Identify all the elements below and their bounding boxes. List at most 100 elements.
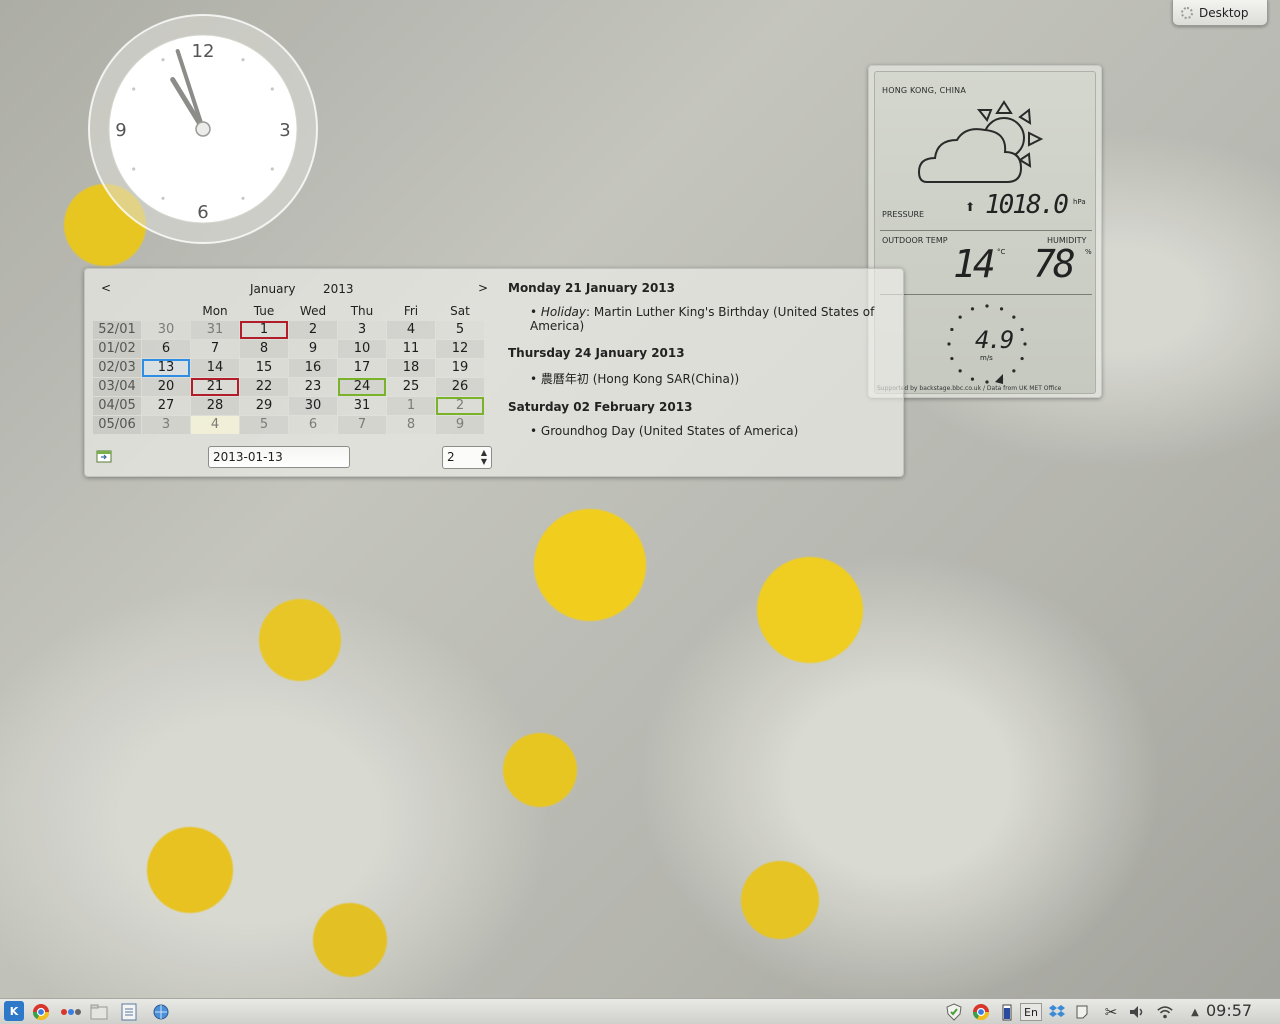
calendar-day[interactable]: 17 [338, 359, 386, 377]
spinner-icon [1181, 6, 1193, 19]
weekday-header: Fri [403, 304, 419, 318]
network-globe-icon[interactable] [152, 1003, 170, 1021]
week-number-value: 2 [447, 450, 455, 464]
up-arrow-icon: ⬆ [965, 200, 976, 214]
calendar-day[interactable]: 11 [387, 340, 435, 358]
week-number: 01/02 [93, 340, 141, 358]
panel-clock[interactable]: 09:57 [1206, 1001, 1252, 1020]
folder-icon[interactable] [90, 1003, 108, 1021]
calendar-day[interactable]: 5 [240, 416, 288, 434]
spin-arrows-icon[interactable]: ▲ ▼ [481, 448, 487, 466]
taskbar-panel: K En ✂ ▲ 09:57 [0, 998, 1280, 1024]
divider [880, 230, 1092, 231]
calendar-day[interactable]: 30 [289, 397, 337, 415]
calendar-day[interactable]: 4 [387, 321, 435, 339]
calendar-day[interactable]: 26 [436, 378, 484, 396]
week-number: 05/06 [93, 416, 141, 434]
date-input[interactable]: 2013-01-13 [208, 446, 350, 468]
analog-clock-widget[interactable]: 12 3 6 9 [88, 14, 318, 244]
notifications-icon[interactable] [1074, 1003, 1092, 1021]
weekday-header: Sat [450, 304, 470, 318]
calendar-day[interactable]: 22 [240, 378, 288, 396]
calendar-day[interactable]: 1 [387, 397, 435, 415]
temperature-value: 14 [953, 242, 996, 286]
next-month-button[interactable]: > [478, 281, 488, 295]
calendar-day[interactable]: 2 [289, 321, 337, 339]
calendar-day[interactable]: 14 [191, 359, 239, 377]
calendar-day[interactable]: 9 [436, 416, 484, 434]
calendar-day[interactable]: 3 [142, 416, 190, 434]
previous-month-button[interactable]: < [101, 281, 111, 295]
humidity-value: 78 [1033, 242, 1076, 286]
scissors-icon[interactable]: ✂ [1102, 1003, 1120, 1021]
desktop-toolbox-button[interactable]: Desktop [1172, 0, 1268, 26]
activities-icon[interactable] [60, 1003, 82, 1021]
calendar-day[interactable]: 1 [240, 321, 288, 339]
kde-menu-icon[interactable]: K [4, 1001, 24, 1021]
calendar-today-icon[interactable] [96, 449, 112, 463]
week-number: 02/03 [93, 359, 141, 377]
calendar-day[interactable]: 25 [387, 378, 435, 396]
humidity-unit: % [1085, 248, 1092, 256]
calendar-day[interactable]: 6 [142, 340, 190, 358]
weekday-header: Thu [350, 304, 374, 318]
calendar-day[interactable]: 3 [338, 321, 386, 339]
pressure-label: PRESSURE [882, 210, 925, 219]
calendar-day[interactable]: 27 [142, 397, 190, 415]
weekday-header: Wed [299, 304, 327, 318]
chrome-icon[interactable] [32, 1003, 50, 1021]
calendar-day[interactable]: 20 [142, 378, 190, 396]
calendar-day[interactable]: 19 [436, 359, 484, 377]
week-number: 03/04 [93, 378, 141, 396]
weekday-header: Mon [202, 304, 228, 318]
weather-location: HONG KONG, CHINA [882, 86, 967, 95]
week-number: 04/05 [93, 397, 141, 415]
week-number-spinbox[interactable]: 2 ▲ ▼ [442, 446, 492, 469]
wind-speed-unit: m/s [980, 354, 993, 362]
calendar-day[interactable]: 10 [338, 340, 386, 358]
calendar-day[interactable]: 31 [338, 397, 386, 415]
event-item: • 農曆年初 (Hong Kong SAR(China)) [530, 372, 740, 386]
calendar-day[interactable]: 8 [240, 340, 288, 358]
chrome-icon[interactable] [972, 1003, 990, 1021]
analog-clock-face: 12 3 6 9 [88, 14, 318, 244]
calendar-day[interactable]: 31 [191, 321, 239, 339]
notes-icon[interactable] [120, 1003, 138, 1021]
calendar-day[interactable]: 6 [289, 416, 337, 434]
week-number: 52/01 [93, 321, 141, 339]
calendar-day[interactable]: 16 [289, 359, 337, 377]
calendar-day[interactable]: 5 [436, 321, 484, 339]
calendar-day[interactable]: 9 [289, 340, 337, 358]
clock-number-3: 3 [279, 120, 290, 141]
calendar-day[interactable]: 30 [142, 321, 190, 339]
calendar-day-selected[interactable]: 13 [142, 359, 190, 377]
keyboard-layout-indicator[interactable]: En [1020, 1003, 1042, 1021]
calendar-day[interactable]: 29 [240, 397, 288, 415]
event-text: Groundhog Day (United States of America) [540, 424, 799, 438]
calendar-day[interactable]: 24 [338, 378, 386, 396]
calendar-day[interactable]: 7 [338, 416, 386, 434]
calendar-day[interactable]: 15 [240, 359, 288, 377]
calendar-day[interactable]: 12 [436, 340, 484, 358]
event-date-heading: Saturday 02 February 2013 [508, 400, 693, 414]
calendar-day[interactable]: 28 [191, 397, 239, 415]
wifi-icon[interactable] [1156, 1003, 1174, 1021]
outdoor-temp-label: OUTDOOR TEMP [882, 236, 948, 245]
calendar-day[interactable]: 2 [436, 397, 484, 415]
expand-tray-arrow-icon[interactable]: ▲ [1186, 1003, 1204, 1021]
pressure-value: 1018.0 [985, 190, 1069, 220]
calendar-day[interactable]: 18 [387, 359, 435, 377]
calendar-day[interactable]: 21 [191, 378, 239, 396]
event-text: 農曆年初 (Hong Kong SAR(China)) [540, 372, 740, 386]
calendar-day[interactable]: 8 [387, 416, 435, 434]
calendar-day[interactable]: 7 [191, 340, 239, 358]
calendar-day[interactable]: 23 [289, 378, 337, 396]
battery-icon[interactable] [998, 1003, 1016, 1021]
volume-icon[interactable] [1128, 1003, 1146, 1021]
shield-icon[interactable] [945, 1003, 963, 1021]
month-label[interactable]: January [250, 282, 296, 296]
calendar-widget[interactable]: < January 2013 > Mon Tue Wed Thu Fri Sat… [84, 268, 904, 477]
year-label[interactable]: 2013 [323, 282, 354, 296]
calendar-day[interactable]: 4 [191, 416, 239, 434]
dropbox-icon[interactable] [1048, 1003, 1066, 1021]
